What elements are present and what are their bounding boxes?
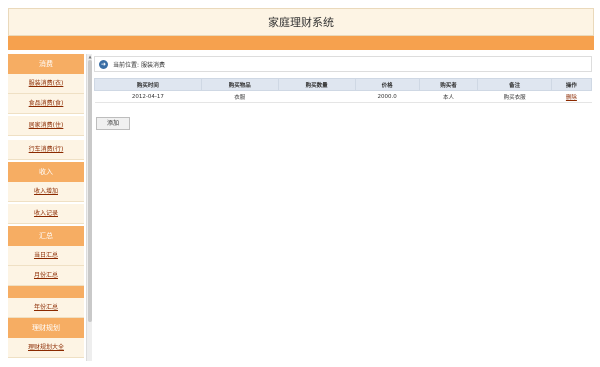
sidebar-item-yearly-summary[interactable]: 年份汇总: [8, 298, 84, 318]
column-header: 备注: [477, 78, 552, 91]
sidebar-item-clothing[interactable]: 服装消费(衣): [8, 74, 84, 94]
column-header: 购买者: [418, 78, 479, 91]
header-accent-bar: [8, 36, 594, 50]
column-header: 价格: [354, 78, 420, 91]
cell-price: 2000.0: [355, 90, 420, 103]
table-row: 2012-04-17 衣服 2000.0 本人 购买衣服 删除: [94, 90, 592, 103]
breadcrumb: ➜ 当前位置: 服装消费: [94, 56, 592, 72]
sidebar-item-add-income[interactable]: 收入增加: [8, 182, 84, 202]
sidebar-item-transport[interactable]: 行车消费(行): [8, 140, 84, 160]
app-window: 家庭理财系统 消费 服装消费(衣) 食品消费(食) 居家消费(住) 行车消费(行…: [0, 0, 600, 367]
column-header: 购买时间: [94, 78, 202, 91]
scroll-thumb[interactable]: [88, 60, 92, 322]
cell-action: 删除: [551, 90, 592, 103]
cell-buyer: 本人: [419, 90, 478, 103]
sidebar-item-income-record[interactable]: 收入记录: [8, 204, 84, 224]
sidebar-heading-income: 收入: [8, 162, 84, 182]
sidebar-item-daily-summary[interactable]: 当日汇总: [8, 246, 84, 266]
cell-purchase-date: 2012-04-17: [94, 90, 202, 103]
breadcrumb-current: 服装消费: [141, 62, 166, 69]
cell-quantity: [278, 90, 356, 103]
cell-note: 购买衣服: [477, 90, 552, 103]
app-header: 家庭理财系统: [8, 8, 594, 36]
sidebar-item-planning-guide[interactable]: 理财规划大全: [8, 338, 84, 358]
sidebar-nav: 消费 服装消费(衣) 食品消费(食) 居家消费(住) 行车消费(行) 收入 收入…: [8, 54, 84, 361]
cell-item: 衣服: [201, 90, 279, 103]
sidebar-heading-planning: 理财规划: [8, 318, 84, 338]
sidebar-heading-consumption: 消费: [8, 54, 84, 74]
column-header: 购买数量: [277, 78, 356, 91]
column-header: 操作: [550, 78, 593, 91]
expense-table: 购买时间 购买物品 购买数量 价格 购买者 备注 操作 2012-04-17 衣…: [94, 78, 593, 103]
main-content: ➜ 当前位置: 服装消费 购买时间 购买物品 购买数量 价格 购买者 备注 操作…: [94, 54, 593, 361]
scroll-up-arrow-icon[interactable]: ▲: [87, 54, 93, 59]
breadcrumb-label: 当前位置:: [113, 62, 140, 69]
sidebar-item-monthly-summary[interactable]: 月份汇总: [8, 266, 84, 286]
sidebar-scrollbar[interactable]: ▲: [86, 54, 92, 361]
sidebar-item-food[interactable]: 食品消费(食): [8, 94, 84, 114]
app-title: 家庭理财系统: [268, 16, 334, 29]
sidebar-item-housing[interactable]: 居家消费(住): [8, 116, 84, 136]
table-header-row: 购买时间 购买物品 购买数量 价格 购买者 备注 操作: [94, 78, 593, 91]
delete-link[interactable]: 删除: [566, 95, 577, 101]
sidebar-heading-summary: 汇总: [8, 226, 84, 246]
column-header: 购买物品: [200, 78, 279, 91]
add-button[interactable]: 添加: [96, 117, 130, 130]
arrow-right-icon: ➜: [99, 60, 108, 69]
